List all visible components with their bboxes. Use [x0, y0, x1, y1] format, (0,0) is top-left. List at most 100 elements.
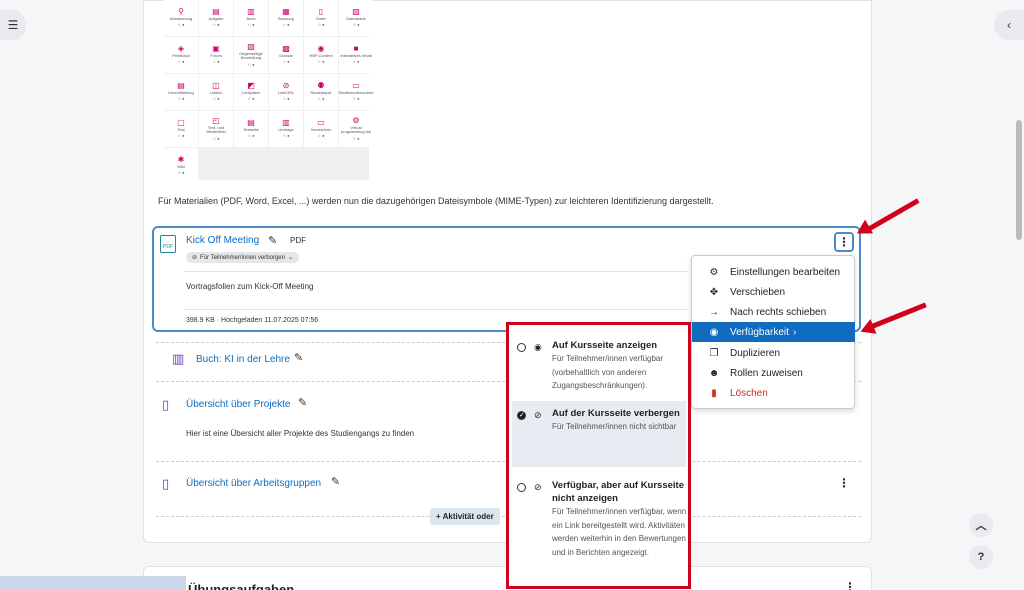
star-icon: ☆ ● — [212, 135, 220, 141]
activity-chooser-image: ⚲ Abstimmung ☆ ● ▤ Aufgabe ☆ ● ▥ Buch ☆ ● ▦ Buchun… — [164, 0, 374, 184]
activity-title-link[interactable]: Kick Off Meeting — [186, 235, 259, 246]
star-icon: ☆ ● — [352, 59, 360, 65]
star-icon: ☆ ● — [212, 22, 220, 28]
menu-item-duplicate[interactable]: ❐ Duplizieren — [692, 343, 855, 363]
activity-tile: ◈ Feedback ☆ ● — [164, 37, 198, 73]
groups-title-link[interactable]: Übersicht über Arbeitsgruppen — [186, 478, 321, 489]
activity-tile: ✱ Wiki ☆ ● — [164, 148, 198, 184]
star-icon: ☆ ● — [317, 133, 325, 139]
star-icon: ☆ ● — [352, 96, 360, 102]
section-actions-button[interactable]: ⋮ — [844, 580, 856, 590]
star-icon: ☆ ● — [317, 59, 325, 65]
radio-button[interactable] — [517, 343, 526, 352]
star-icon: ☆ ● — [352, 22, 360, 28]
chevron-left-icon: ‹ — [1007, 18, 1011, 32]
activity-action-menu: ⚙ Einstellungen bearbeiten ✥ Verschieben →… — [691, 255, 855, 409]
activity-tile: ▤ Kursmitteilung ☆ ● — [164, 74, 198, 110]
activity-tile: ▭ Studierendenordner ☆ ● — [338, 74, 374, 110]
trash-icon: ▮ — [711, 387, 717, 399]
activity-tile: ⚙ Virtual programming lab ☆ ● — [339, 111, 373, 147]
chevron-down-icon: ⌄ — [287, 255, 293, 261]
block-drawer-toggle[interactable]: ‹ — [994, 10, 1024, 40]
option-available-not-shown[interactable]: ⊘ Verfügbar, aber auf Kursseite nicht an… — [512, 477, 686, 581]
chevron-up-icon: ︿ — [975, 520, 987, 532]
star-icon: ☆ ● — [177, 96, 185, 102]
star-icon: ☆ ● — [247, 61, 255, 67]
activity-tile: ▧ Gegenseitige Beurteilung ☆ ● — [234, 37, 268, 73]
option-hide-on-course-page[interactable]: ⊘ Auf der Kursseite verbergen Für Teilne… — [512, 401, 686, 467]
radio-button[interactable] — [517, 483, 526, 492]
help-button[interactable]: ? — [969, 545, 993, 569]
file-meta: 398.9 KB · Hochgeladen 11.07.2025 07:56 — [186, 317, 319, 324]
menu-item-move-right[interactable]: → Nach rechts schieben — [692, 302, 855, 322]
activity-tile: ▢ Test ☆ ● — [164, 111, 198, 147]
activity-tile: ■ Interaktives Inhalt ☆ ● — [339, 37, 373, 73]
star-icon: ☆ ● — [212, 96, 220, 102]
book-title-link[interactable]: Buch: KI in der Lehre — [196, 354, 290, 365]
activity-tile: ▩ Glossar ☆ ● — [269, 37, 303, 73]
star-icon: ☆ ● — [282, 96, 290, 102]
star-icon: ☆ ● — [247, 22, 255, 28]
add-activity-button[interactable]: + Aktivität oder — [430, 508, 500, 525]
file-icon: ▯ — [162, 476, 170, 491]
activity-tile: ⚲ Abstimmung ☆ ● — [164, 0, 198, 36]
page-scrollbar[interactable] — [1016, 120, 1022, 240]
user-icon: ☻ — [708, 367, 720, 379]
activity-tile: ◩ Lernpaket ☆ ● — [234, 74, 268, 110]
kebab-icon: ⋮ — [838, 235, 850, 249]
activity-tile: ◫ Lektion ☆ ● — [199, 74, 233, 110]
pencil-icon[interactable]: ✎ — [298, 396, 307, 409]
activity-tile: ▣ Forum ☆ ● — [199, 37, 233, 73]
book-icon: ▥ — [172, 351, 185, 366]
menu-item-assign-roles[interactable]: ☻ Rollen zuweisen — [692, 363, 855, 383]
star-icon: ☆ ● — [212, 59, 220, 65]
star-icon: ☆ ● — [177, 133, 185, 139]
star-icon: ☆ ● — [282, 133, 290, 139]
activity-tile: ▦ Buchung ☆ ● — [269, 0, 303, 36]
eye-slash-icon: ⊘ — [534, 482, 542, 492]
activity-tile: ▨ Datenbank ☆ ● — [339, 0, 373, 36]
star-icon: ☆ ● — [352, 135, 360, 141]
gear-icon: ⚙ — [709, 266, 719, 278]
eye-slash-icon: ⊘ — [534, 410, 542, 420]
hidden-badge[interactable]: ⊘ Für Teilnehmer/innen verborgen ⌄ — [186, 252, 299, 263]
activity-actions-button[interactable]: ⋮ — [834, 232, 854, 252]
pdf-file-icon: PDF — [160, 235, 176, 253]
groups-actions-button[interactable]: ⋮ — [838, 476, 850, 490]
star-icon: ☆ ● — [247, 133, 255, 139]
eye-slash-icon: ⊘ — [192, 255, 198, 261]
move-icon: ✥ — [709, 286, 719, 298]
star-icon: ☆ ● — [317, 22, 325, 28]
menu-item-delete[interactable]: ▮ Löschen — [692, 383, 855, 403]
pencil-icon[interactable]: ✎ — [268, 234, 277, 247]
activity-type: PDF — [290, 236, 306, 245]
eye-icon: ◉ — [534, 342, 542, 352]
pencil-icon[interactable]: ✎ — [331, 475, 340, 488]
activity-tile: ▤ Textseite ☆ ● — [234, 111, 268, 147]
star-icon: ☆ ● — [247, 96, 255, 102]
course-page: ☰ ‹ ⚲ Abstimmung ☆ ● ▤ Aufgabe ☆ ● ▥ Buch ☆ ● ▦ Bu… — [0, 0, 1024, 590]
activity-tile: ▯ Datei ☆ ● — [304, 0, 338, 36]
course-index-toggle[interactable]: ☰ — [0, 10, 26, 40]
list-icon: ☰ — [7, 18, 19, 32]
radio-button-checked[interactable] — [517, 409, 526, 423]
pencil-icon[interactable]: ✎ — [294, 351, 303, 364]
eye-icon: ◉ — [709, 326, 719, 338]
activity-tile: ⊘ Link/URL ☆ ● — [269, 74, 303, 110]
question-icon: ? — [977, 551, 985, 563]
projects-title-link[interactable]: Übersicht über Projekte — [186, 399, 291, 410]
star-icon: ☆ ● — [317, 96, 325, 102]
activity-tile: ▤ Aufgabe ☆ ● — [199, 0, 233, 36]
activity-tile: ▭ Verzeichnis ☆ ● — [304, 111, 338, 147]
star-icon: ☆ ● — [177, 22, 185, 28]
menu-item-availability[interactable]: ◉ Verfügbarkeit › — [692, 322, 855, 342]
star-icon: ☆ ● — [177, 59, 185, 65]
annotation-arrow — [871, 302, 927, 329]
chevron-right-icon: › — [792, 326, 797, 338]
menu-item-move[interactable]: ✥ Verschieben — [692, 282, 855, 302]
menu-item-edit-settings[interactable]: ⚙ Einstellungen bearbeiten — [692, 262, 855, 282]
activity-tile: ◰ Text- und Medienfeld ☆ ● — [199, 111, 233, 147]
scroll-top-button[interactable]: ︿ — [969, 513, 993, 537]
activity-tile: ▥ Umfrage ☆ ● — [269, 111, 303, 147]
option-show-on-course-page[interactable]: ◉ Auf Kursseite anzeigen Für Teilnehmer/… — [512, 335, 686, 395]
